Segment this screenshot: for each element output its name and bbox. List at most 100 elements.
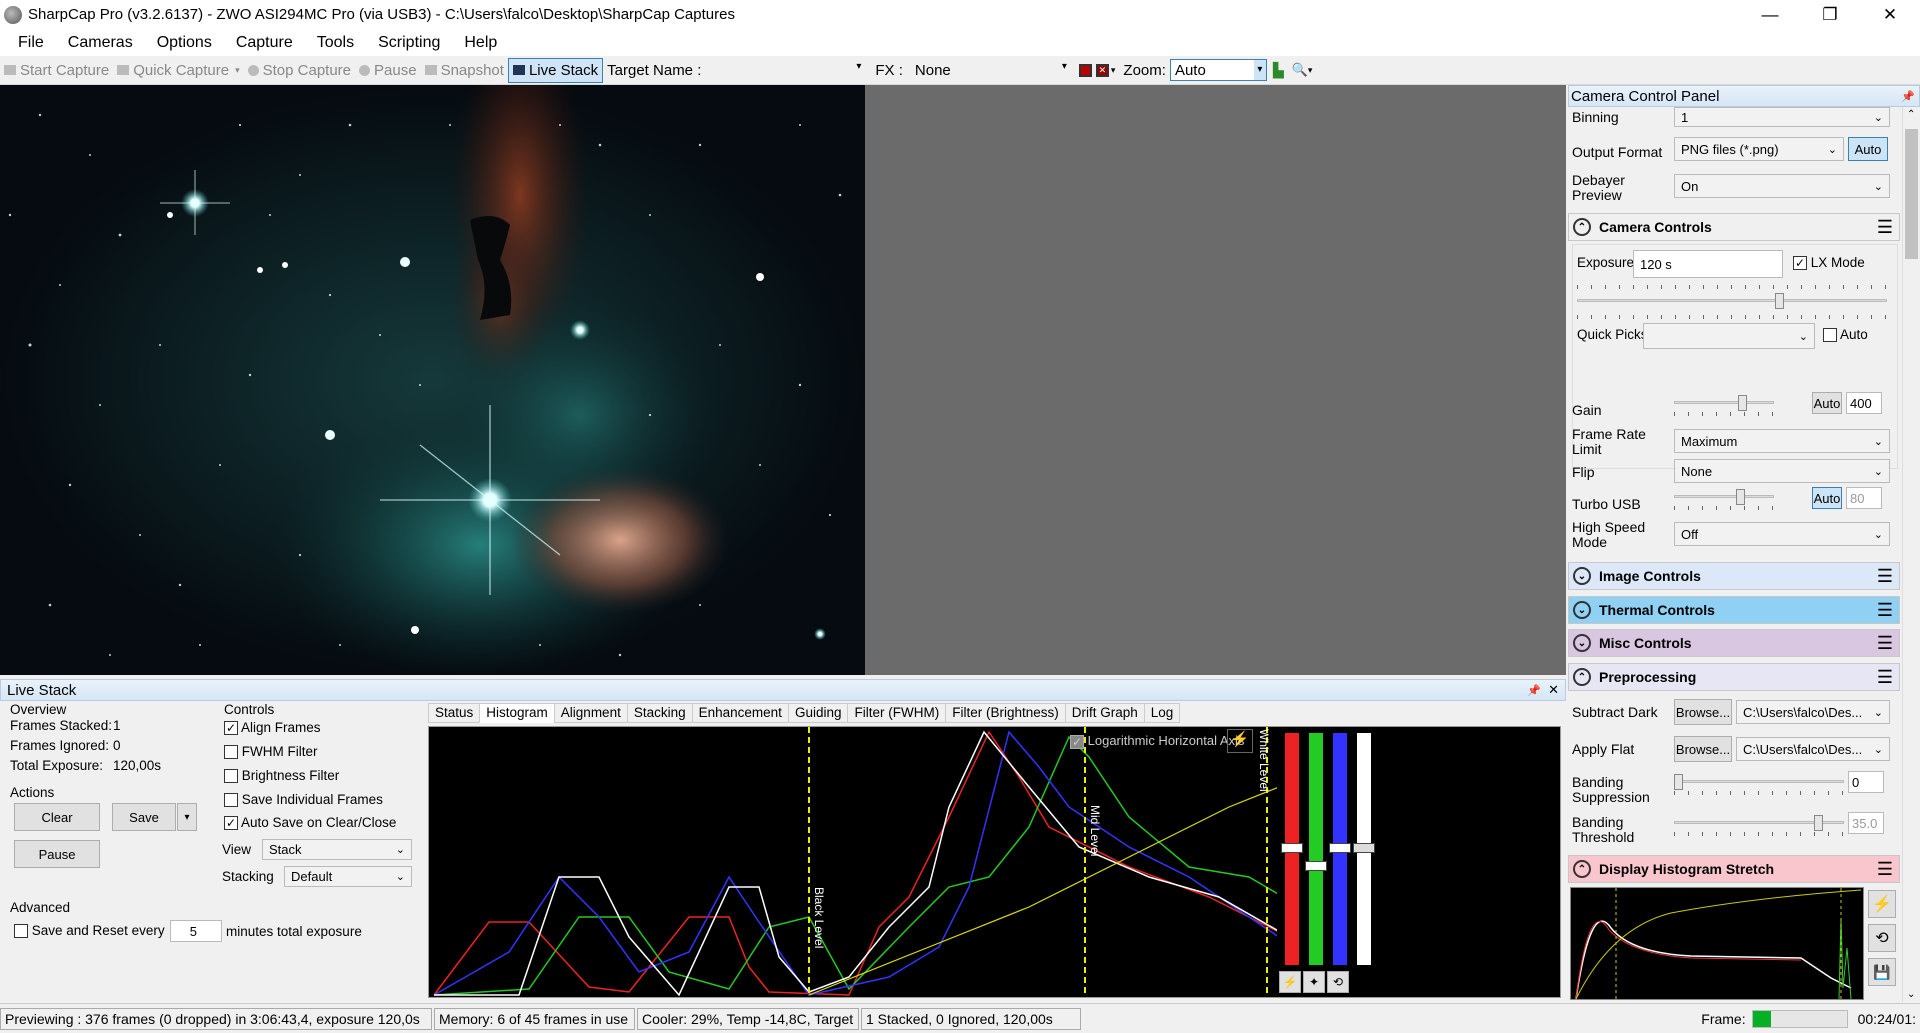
apply-flat-select[interactable]: C:\Users\falco\Des... ⌄ <box>1736 737 1890 761</box>
expand-icon[interactable]: ⌄ <box>1573 634 1591 652</box>
tab-filter-brightness[interactable]: Filter (Brightness) <box>945 703 1066 723</box>
menu-icon[interactable]: ☰ <box>1877 600 1893 621</box>
tab-histogram[interactable]: Histogram <box>479 703 555 723</box>
menu-tools[interactable]: Tools <box>305 34 366 52</box>
menu-scripting[interactable]: Scripting <box>366 34 452 52</box>
fx-combo[interactable]: None ▾ <box>911 59 1071 81</box>
auto-stretch-icon[interactable]: ⚡ <box>1279 971 1301 993</box>
turbo-auto-button[interactable]: Auto <box>1812 487 1842 509</box>
save-icon[interactable]: 💾 <box>1868 958 1896 986</box>
exposure-input[interactable]: 120 s <box>1633 250 1783 278</box>
clear-button[interactable]: Clear <box>14 803 100 831</box>
display-stretch-section[interactable]: ⌃ Display Histogram Stretch ☰ <box>1568 855 1900 883</box>
menu-icon[interactable]: ☰ <box>1877 633 1893 654</box>
gain-slider[interactable] <box>1674 393 1774 416</box>
auto-stretch-icon[interactable]: ⚡ <box>1227 729 1253 753</box>
collapse-icon[interactable]: ⌃ <box>1573 860 1591 878</box>
output-auto-button[interactable]: Auto <box>1848 137 1888 161</box>
reset-icon[interactable]: ⟲ <box>1327 971 1349 993</box>
save-dropdown-icon[interactable]: ▾ <box>177 803 197 831</box>
menu-help[interactable]: Help <box>452 34 509 52</box>
snapshot-button[interactable]: Snapshot <box>421 58 508 83</box>
pin-icon[interactable]: 📌 <box>1527 684 1541 697</box>
menu-file[interactable]: File <box>6 34 56 52</box>
save-reset-stepper[interactable]: 5 <box>170 920 222 942</box>
minimize-button[interactable]: — <box>1740 0 1800 29</box>
menu-options[interactable]: Options <box>145 34 224 52</box>
high-speed-select[interactable]: Off ⌄ <box>1674 522 1890 546</box>
align-frames-checkbox[interactable]: ✓ Align Frames <box>224 720 321 736</box>
expand-icon[interactable]: ⌄ <box>1573 567 1591 585</box>
star-icon[interactable]: ✦ <box>1303 971 1325 993</box>
mid-level-label[interactable]: Mid Level <box>1088 805 1102 856</box>
banding-suppression-input[interactable]: 0 <box>1848 771 1884 793</box>
quick-picks-select[interactable]: ⌄ <box>1643 323 1815 349</box>
close-button[interactable]: ✕ <box>1860 0 1920 29</box>
output-format-select[interactable]: PNG files (*.png) ⌄ <box>1674 137 1844 161</box>
collapse-icon[interactable]: ⌃ <box>1573 668 1591 686</box>
banding-threshold-input[interactable]: 35.0 <box>1848 812 1884 834</box>
preprocessing-section[interactable]: ⌃ Preprocessing ☰ <box>1568 663 1900 691</box>
red-box-icon[interactable] <box>1078 63 1092 77</box>
quick-capture-button[interactable]: Quick Capture ▾ <box>113 58 243 83</box>
brightness-filter-checkbox[interactable]: Brightness Filter <box>224 768 339 784</box>
stop-capture-button[interactable]: Stop Capture <box>244 58 355 83</box>
target-name-combo[interactable]: ▾ <box>705 59 865 81</box>
chevron-down-icon[interactable]: ▾ <box>1308 65 1313 76</box>
gain-auto-button[interactable]: Auto <box>1812 392 1842 414</box>
tab-guiding[interactable]: Guiding <box>787 703 849 723</box>
misc-controls-section[interactable]: ⌄ Misc Controls ☰ <box>1568 629 1900 657</box>
tab-filter-fwhm[interactable]: Filter (FWHM) <box>847 703 947 723</box>
save-stack-button[interactable]: Save <box>112 803 176 831</box>
browse-dark-button[interactable]: Browse... <box>1674 699 1732 725</box>
restore-button[interactable]: ❐ <box>1800 0 1860 29</box>
quick-auto-checkbox[interactable]: Auto <box>1823 327 1868 343</box>
tab-drift-graph[interactable]: Drift Graph <box>1064 703 1145 723</box>
save-reset-checkbox[interactable]: Save and Reset every <box>14 923 165 939</box>
green-level-bar[interactable] <box>1305 733 1327 965</box>
menu-icon[interactable]: ☰ <box>1877 566 1893 587</box>
thermal-controls-section[interactable]: ⌄ Thermal Controls ☰ <box>1568 596 1900 624</box>
debayer-select[interactable]: On ⌄ <box>1674 174 1890 198</box>
white-level-label[interactable]: White Level <box>1257 729 1271 792</box>
pause-button[interactable]: Pause <box>355 58 421 83</box>
flip-select[interactable]: None ⌄ <box>1674 459 1890 483</box>
live-stack-button[interactable]: Live Stack <box>507 57 604 83</box>
pause-stack-button[interactable]: Pause <box>14 840 100 868</box>
collapse-icon[interactable]: ⌃ <box>1573 218 1591 236</box>
turbo-usb-slider[interactable] <box>1674 487 1774 510</box>
luminance-level-bar[interactable] <box>1353 733 1375 965</box>
subtract-dark-select[interactable]: C:\Users\falco\Des... ⌄ <box>1736 700 1890 724</box>
start-capture-button[interactable]: Start Capture <box>0 58 113 83</box>
zoom-combo[interactable]: Auto ▾ <box>1169 59 1267 81</box>
histogram-icon[interactable]: ▙ <box>1273 62 1284 79</box>
save-individual-checkbox[interactable]: Save Individual Frames <box>224 792 383 808</box>
pin-icon[interactable]: 📌 <box>1901 90 1915 103</box>
camera-controls-section[interactable]: ⌃ Camera Controls ☰ <box>1568 213 1900 241</box>
menu-capture[interactable]: Capture <box>224 34 305 52</box>
exposure-slider[interactable] <box>1577 285 1887 319</box>
frame-rate-select[interactable]: Maximum ⌄ <box>1674 429 1890 453</box>
expand-icon[interactable]: ⌄ <box>1573 601 1591 619</box>
tab-alignment[interactable]: Alignment <box>553 703 628 723</box>
scroll-up-icon[interactable]: ⌃ <box>1907 109 1915 120</box>
tab-enhancement[interactable]: Enhancement <box>691 703 789 723</box>
live-stack-histogram[interactable]: ✓ Logarithmic Horizontal Axis Black Leve… <box>428 726 1561 998</box>
menu-icon[interactable]: ☰ <box>1877 859 1893 880</box>
tab-stacking[interactable]: Stacking <box>626 703 693 723</box>
stretch-histogram[interactable] <box>1570 887 1864 1000</box>
image-display-area[interactable] <box>0 85 1566 675</box>
stacking-select[interactable]: Default ⌄ <box>284 866 412 887</box>
auto-stretch-icon[interactable]: ⚡ <box>1868 890 1896 918</box>
close-icon[interactable]: ✕ <box>1548 682 1559 698</box>
reset-icon[interactable]: ⟲ <box>1868 924 1896 952</box>
banding-threshold-slider[interactable] <box>1674 813 1844 836</box>
menu-icon[interactable]: ☰ <box>1877 217 1893 238</box>
banding-suppression-slider[interactable] <box>1674 772 1844 795</box>
scroll-thumb[interactable] <box>1905 129 1918 259</box>
red-cross-icon[interactable]: ✕ <box>1095 63 1109 77</box>
black-level-label[interactable]: Black Level <box>812 887 826 948</box>
gain-input[interactable]: 400 <box>1846 392 1882 414</box>
fwhm-filter-checkbox[interactable]: FWHM Filter <box>224 744 318 760</box>
red-level-bar[interactable] <box>1281 733 1303 965</box>
